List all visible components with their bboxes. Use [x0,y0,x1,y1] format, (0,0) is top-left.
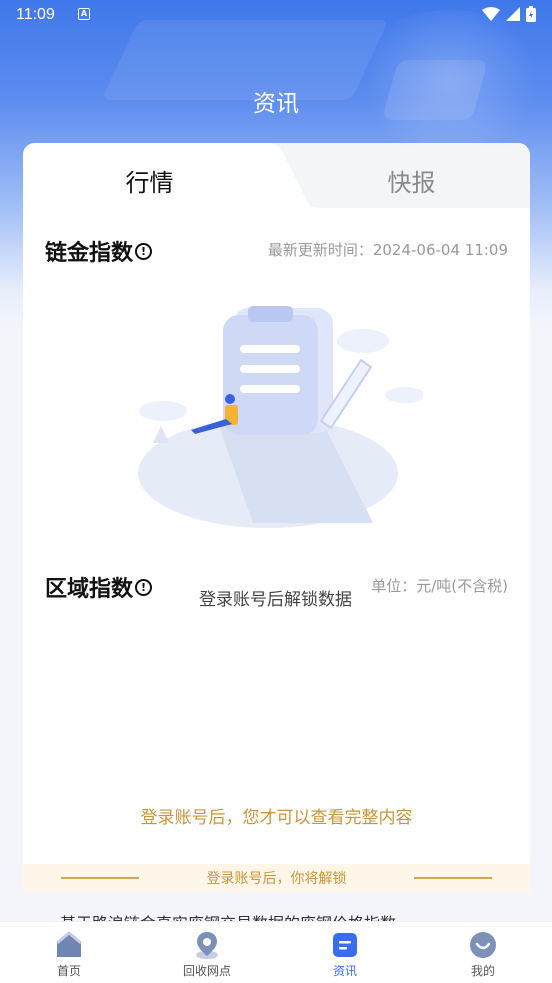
status-time: 11:09 [16,6,55,23]
divider-line [414,877,492,879]
tab-market[interactable]: 行情 [23,143,323,208]
update-time: 最新更新时间：2024-06-04 11:09 [268,239,508,260]
update-time-label: 最新更新时间： [267,241,373,259]
bottom-nav: 首页 回收网点 资讯 我的 [0,921,552,983]
region-index-section-title: 区域指数 ! [45,571,153,603]
nav-news[interactable]: 资讯 [276,922,414,983]
nav-news-label: 资讯 [332,964,357,978]
nav-profile[interactable]: 我的 [414,922,552,983]
login-tip[interactable]: 登录账号后，您才可以查看完整内容 [23,803,530,828]
chain-index-title: 链金指数 [45,241,134,266]
battery-icon [526,6,536,22]
region-index-title: 区域指数 [45,577,134,602]
info-icon[interactable]: ! [135,578,153,596]
location-pin-icon [196,932,218,959]
empty-state-illustration [138,306,423,528]
info-icon[interactable]: ! [135,242,153,260]
nav-recycle-points-label: 回收网点 [182,964,231,978]
nav-profile-label: 我的 [470,964,495,978]
profile-icon [470,932,496,958]
unit-label: 单位：元/吨(不含税) [371,577,508,595]
nav-recycle-points[interactable]: 回收网点 [138,922,276,983]
home-icon [56,931,82,957]
system-icons [482,6,536,22]
chain-index-section-title: 链金指数 ! [45,235,153,267]
news-icon [333,933,357,957]
wifi-icon [482,7,500,21]
update-time-value: 2024-06-04 11:09 [372,241,508,259]
content-card: 行情 快报 链金指数 ! 最新更新时间：2024-06-04 11:09 区域指… [23,143,530,873]
signal-icon [506,7,520,21]
tab-news-flash[interactable]: 快报 [293,163,530,198]
nav-home[interactable]: 首页 [0,922,138,983]
locked-data-text: 登录账号后解锁数据 [199,590,352,610]
tab-bar: 行情 快报 [23,143,530,208]
nav-home-label: 首页 [56,964,81,978]
notification-a-icon: A [78,8,90,20]
status-bar: 11:09 A [0,0,552,30]
unlock-banner: 登录账号后，你将解锁 [23,864,530,892]
page-title: 资讯 [253,91,299,117]
tab-market-label: 行情 [125,169,174,197]
